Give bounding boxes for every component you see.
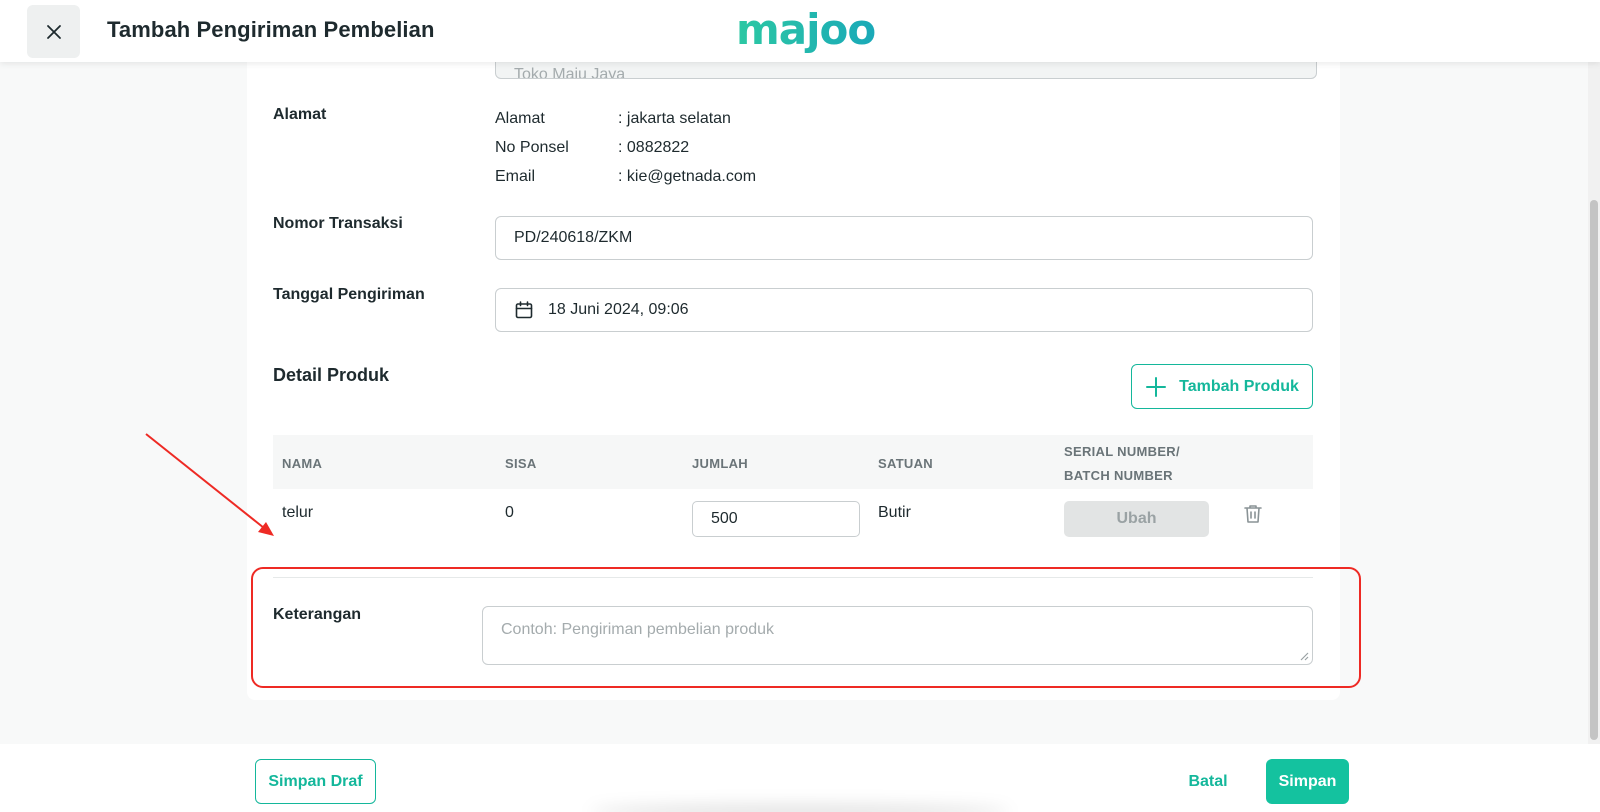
trash-icon <box>1244 505 1262 523</box>
delete-product-button[interactable] <box>1242 503 1264 530</box>
product-section-title: Detail Produk <box>273 365 390 385</box>
add-product-button[interactable]: Tambah Produk <box>1131 364 1313 409</box>
product-unit-cell: Butir <box>878 504 911 521</box>
column-header-qty: JUMLAH <box>692 456 748 471</box>
scrollbar-thumb[interactable] <box>1590 200 1598 740</box>
column-header-unit: SATUAN <box>878 456 933 471</box>
column-header-batch: BATCH NUMBER <box>1064 468 1173 483</box>
email-key: Email <box>495 168 536 185</box>
close-button[interactable] <box>27 5 80 58</box>
product-stock-cell: 0 <box>505 504 514 521</box>
product-qty-input[interactable]: 500 <box>692 501 860 537</box>
column-header-name: NAMA <box>282 456 323 471</box>
product-name-cell: telur <box>282 504 314 521</box>
resize-handle-icon[interactable] <box>1299 651 1309 661</box>
shipping-date-input[interactable]: 18 Juni 2024, 09:06 <box>495 288 1313 332</box>
page-title: Tambah Pengiriman Pembelian <box>107 17 435 42</box>
footer-bar <box>0 744 1600 812</box>
footer-shadow <box>590 805 1010 812</box>
address-key: Alamat <box>495 110 545 127</box>
section-divider <box>273 577 1313 578</box>
notes-textarea[interactable]: Contoh: Pengiriman pembelian produk <box>482 606 1313 665</box>
annotation-arrow-icon <box>145 433 274 536</box>
calendar-icon <box>515 301 533 319</box>
column-header-stock: SISA <box>505 456 537 471</box>
phone-key: No Ponsel <box>495 139 569 156</box>
save-draft-button[interactable]: Simpan Draf <box>255 759 376 804</box>
plus-icon <box>1146 376 1167 397</box>
top-bar: Tambah Pengiriman Pembelian majoo <box>0 0 1600 62</box>
save-button[interactable]: Simpan <box>1266 759 1349 804</box>
close-icon <box>46 24 61 39</box>
address-label: Alamat <box>273 106 327 123</box>
add-product-label: Tambah Produk <box>1179 377 1299 395</box>
supplier-field-value: Toko Maju Jaya <box>514 66 626 79</box>
majoo-logo: majoo <box>736 5 876 54</box>
transaction-number-label: Nomor Transaksi <box>273 215 403 232</box>
shipping-date-value: 18 Juni 2024, 09:06 <box>548 301 689 318</box>
transaction-number-input[interactable]: PD/240618/ZKM <box>495 216 1313 260</box>
notes-label: Keterangan <box>273 606 362 623</box>
notes-placeholder: Contoh: Pengiriman pembelian produk <box>501 621 775 638</box>
product-qty-value: 500 <box>711 510 738 527</box>
email-value: : kie@getnada.com <box>618 168 757 185</box>
shipping-date-label: Tanggal Pengiriman <box>273 286 425 303</box>
cancel-button[interactable]: Batal <box>1180 759 1236 804</box>
phone-value: : 0882822 <box>618 139 690 156</box>
edit-serial-button[interactable]: Ubah <box>1064 501 1209 537</box>
address-value: : jakarta selatan <box>618 110 731 127</box>
transaction-number-value: PD/240618/ZKM <box>514 229 633 246</box>
column-header-serial: SERIAL NUMBER/ <box>1064 444 1180 459</box>
